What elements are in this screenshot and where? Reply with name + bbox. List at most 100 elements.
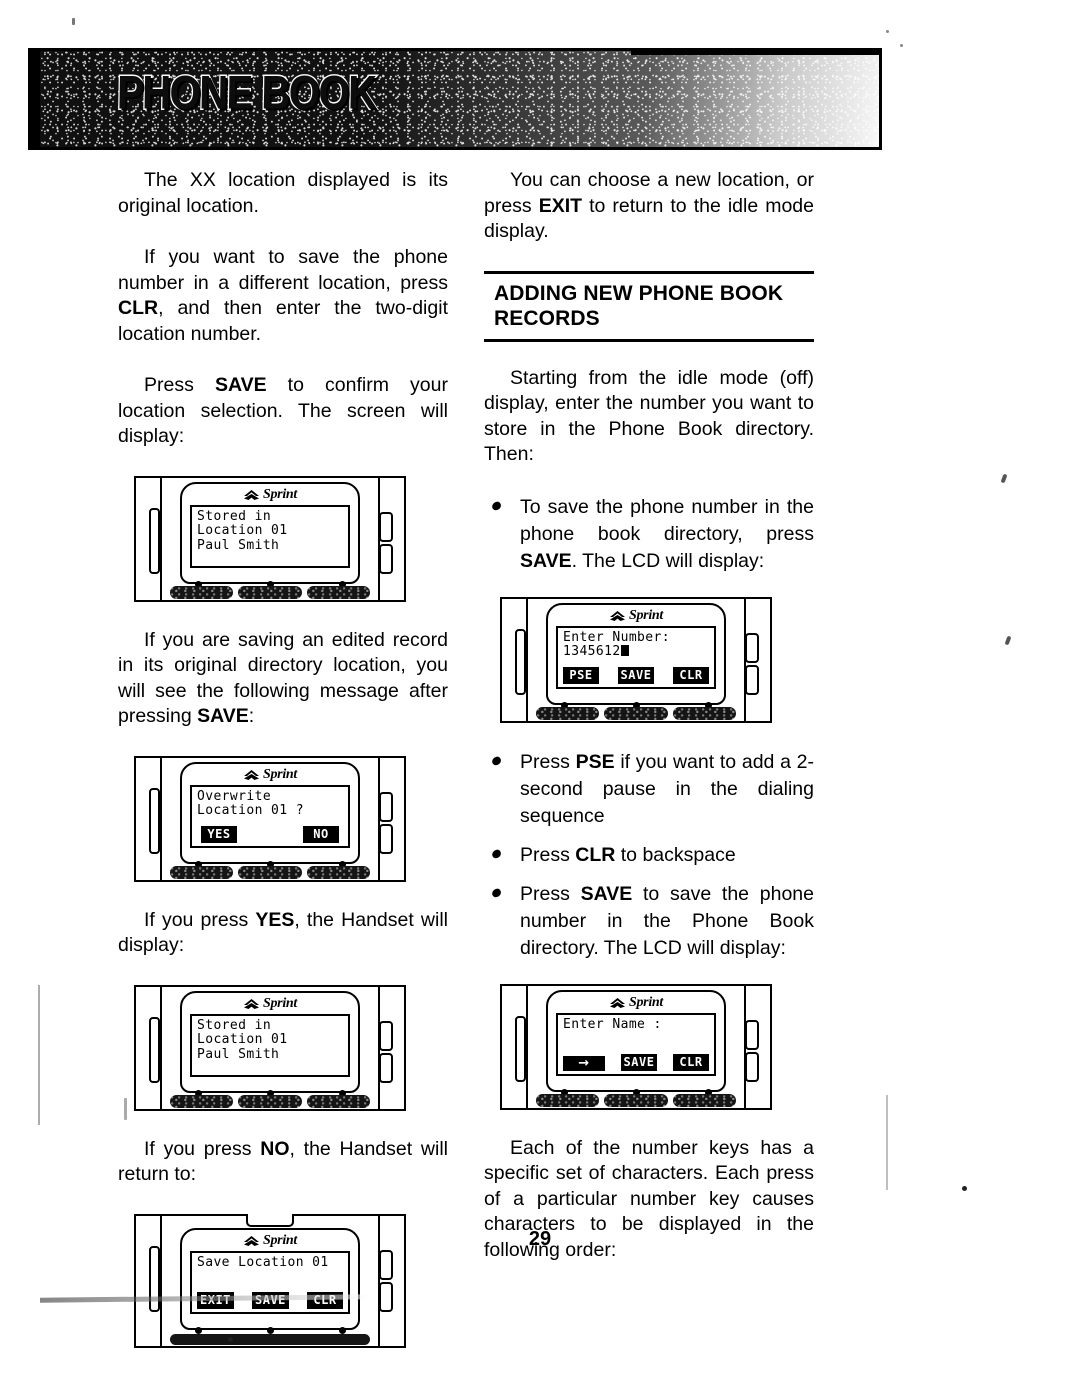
page-header-banner: PHONE BOOK [28,48,882,150]
section-heading: ADDING NEW PHONE BOOK RECORDS [494,281,784,330]
handset-illustration-enter-number: Sprint Enter Number: 1345612 PSE SAVE CL… [500,596,772,723]
bullet-list-save-number: To save the phone number in the phone bo… [484,494,814,575]
list-item-text-c: to backspace [615,843,736,866]
sprint-logo: Sprint [182,488,358,503]
paragraph-different-location: If you want to save the phone number in … [118,245,448,347]
list-item: Press SAVE to save the phone number in t… [484,881,814,962]
sprint-logo: Sprint [182,768,358,783]
softkey-label-clr[interactable]: CLR [673,1053,709,1071]
paragraph-text-a: If you are saving an edited record in it… [118,628,448,728]
handset-illustration-enter-name: Sprint Enter Name : → SAVE CLR [500,983,772,1110]
list-item-text-c: . The LCD will display: [571,549,765,572]
paragraph-press-no: If you press NO, the Handset will return… [118,1137,448,1188]
sprint-logo: Sprint [548,996,724,1011]
scan-artifact-speck [900,44,903,47]
handset-lcd-screen: Overwrite Location 01 ? YES NO [190,784,350,848]
softkey-label-save[interactable]: SAVE [617,666,655,684]
scan-artifact-speck [228,1337,233,1342]
paragraph-text-a: If you want to save the phone number in … [118,246,448,294]
handset-illustration-stored-in-location: Sprint Stored in Location 01 Paul Smith [134,475,406,602]
handset-face: Sprint Enter Number: 1345612 PSE SAVE CL… [546,602,726,705]
sprint-diamond-icon [243,998,260,1010]
manual-page: PHONE BOOK The XX location displayed is … [0,0,1080,1395]
handset-face: Sprint Stored in Location 01 Paul Smith [180,990,360,1093]
handset-illustration-overwrite-location: Sprint Overwrite Location 01 ? YES NO [134,755,406,882]
sprint-diamond-icon [243,769,260,781]
handset-softkey-buttons [170,865,370,879]
handset-side-button-right-upper [379,511,393,542]
handset-side-button-left [149,1245,160,1312]
softkey-button [306,585,370,599]
lcd-softkey-labels: → SAVE CLR [563,1053,709,1071]
paragraph-text: The XX location displayed is its origina… [118,169,448,217]
handset-softkey-buttons [170,1333,370,1345]
list-item: To save the phone number in the phone bo… [484,494,814,575]
handset-earpiece [246,1213,294,1227]
paragraph-text-c: : [248,705,255,727]
banner-spine [31,51,40,147]
handset-face: Sprint Overwrite Location 01 ? YES NO [180,761,360,864]
handset-side-button-right-lower [379,823,393,854]
handset-face: Sprint Stored in Location 01 Paul Smith [180,481,360,584]
lcd-softkey-labels: PSE SAVE CLR [563,666,709,684]
bullet-list-keys: Press PSE if you want to add a 2-second … [484,749,814,962]
sprint-wordmark: Sprint [263,767,297,782]
softkey-button [672,1093,736,1107]
bullet-icon [490,755,503,766]
sprint-wordmark: Sprint [263,996,297,1011]
softkey-label-save[interactable]: SAVE [620,1053,658,1071]
handset-softkey-indicators [136,1326,404,1334]
keyword-exit: EXIT [538,194,583,217]
softkey-button [604,1093,668,1107]
sprint-logo: Sprint [548,609,724,624]
sprint-logo: Sprint [182,997,358,1012]
left-column: The XX location displayed is its origina… [118,168,448,1374]
handset-softkey-buttons [536,706,736,720]
sprint-wordmark: Sprint [629,995,663,1010]
section-heading-block: ADDING NEW PHONE BOOK RECORDS [484,270,814,342]
handset-side-button-right-lower [379,543,393,574]
scan-artifact-speck [886,30,889,33]
handset-side-button-left [515,1015,526,1082]
scan-artifact-line-left [38,985,40,1125]
softkey-button [536,706,600,720]
lcd-line: Location 01 ? [197,803,304,818]
text-cursor [620,645,629,656]
keyword-save: SAVE [520,549,572,572]
lcd-line: Enter Number: [563,629,670,645]
scan-artifact-speck [72,18,75,25]
lcd-line: Location 01 [197,1032,288,1047]
sprint-wordmark: Sprint [629,608,663,623]
softkey-label-right-arrow-icon[interactable]: → [563,1055,605,1071]
handset-side-button-right-lower [379,1281,393,1312]
paragraph-press-yes: If you press YES, the Handset will displ… [118,908,448,959]
softkey-label-clr[interactable]: CLR [673,666,709,684]
lcd-line: Stored in [197,1017,272,1033]
bullet-icon [490,848,503,859]
softkey-button [306,1094,370,1108]
softkey-label-no[interactable]: NO [303,825,339,843]
softkey-label-yes[interactable]: YES [201,825,237,843]
softkey-button [306,865,370,879]
bullet-icon [490,500,503,511]
softkey-button [170,1094,234,1108]
handset-side-button-right-upper [745,1019,759,1050]
keyword-yes: YES [255,908,295,931]
handset-lcd-screen: Enter Number: 1345612 PSE SAVE CLR [556,625,716,689]
list-item: Press PSE if you want to add a 2-second … [484,749,814,830]
scan-artifact-speck [1000,473,1008,484]
lcd-softkey-labels: YES NO [197,825,343,843]
keyword-no: NO [260,1137,290,1160]
softkey-button [536,1093,600,1107]
handset-lcd-screen: Stored in Location 01 Paul Smith [190,1013,350,1077]
scan-artifact-speck [962,1186,967,1191]
handset-side-button-left [515,628,526,695]
page-title: PHONE BOOK [115,66,377,121]
keyword-pse: PSE [575,750,615,773]
handset-side-button-right-upper [745,632,759,663]
handset-side-button-left [149,1016,160,1083]
sprint-wordmark: Sprint [263,487,297,502]
handset-softkey-buttons [536,1093,736,1107]
softkey-label-pse[interactable]: PSE [563,666,599,684]
lcd-line: Paul Smith [197,537,280,553]
